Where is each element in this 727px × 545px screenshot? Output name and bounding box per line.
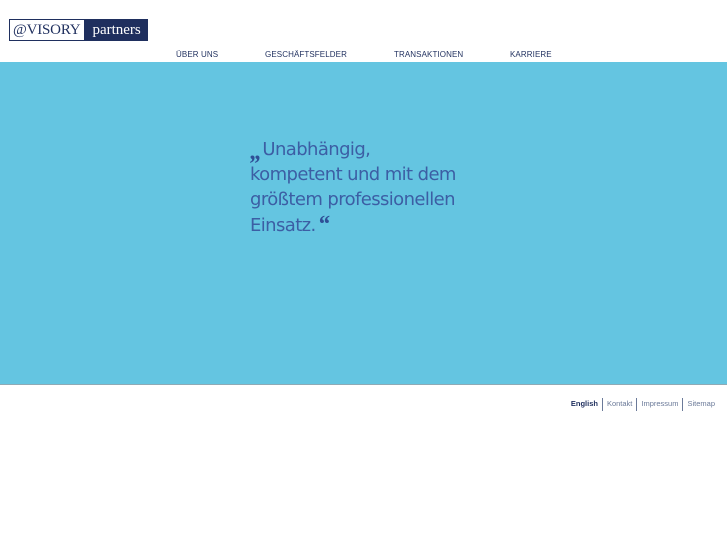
nav-item-karriere[interactable]: KARRIERE — [510, 50, 552, 60]
footer-link-impressum[interactable]: Impressum — [641, 398, 678, 410]
quote-line-text: Einsatz. — [250, 215, 316, 236]
footer-link-sitemap[interactable]: Sitemap — [687, 398, 715, 410]
footer-link-kontakt[interactable]: Kontakt — [607, 398, 632, 410]
hero-divider — [0, 384, 727, 385]
footer-separator — [601, 397, 603, 411]
opening-quote-mark: „ — [250, 139, 262, 165]
footer-separator — [636, 397, 638, 411]
main-navigation: ÜBER UNS GESCHÄFTSFELDER TRANSAKTIONEN K… — [0, 50, 727, 62]
footer-links: English Kontakt Impressum Sitemap — [571, 397, 715, 411]
nav-item-geschaeftsfelder[interactable]: GESCHÄFTSFELDER — [265, 50, 347, 60]
quote-line: größtem professionellen — [250, 189, 456, 210]
quote-line-text: Unabhängig, — [262, 139, 371, 160]
nav-item-ueber-uns[interactable]: ÜBER UNS — [176, 50, 218, 60]
quote-line: kompetent und mit dem — [250, 164, 456, 185]
footer-separator — [682, 397, 684, 411]
quote-line: „Unabhängig, — [250, 136, 510, 165]
closing-quote-mark: “ — [317, 212, 330, 238]
hero-quote: „Unabhängig, kompetent und mit dem größt… — [250, 136, 510, 238]
nav-item-transaktionen[interactable]: TRANSAKTIONEN — [394, 50, 463, 60]
site-logo[interactable]: @VISORY partners — [9, 19, 148, 41]
logo-text-visory: @VISORY — [10, 20, 85, 40]
quote-line: Einsatz.“ — [250, 212, 510, 238]
hero-banner: „Unabhängig, kompetent und mit dem größt… — [0, 62, 727, 384]
footer-link-english[interactable]: English — [571, 398, 598, 410]
logo-text-partners: partners — [84, 20, 147, 40]
